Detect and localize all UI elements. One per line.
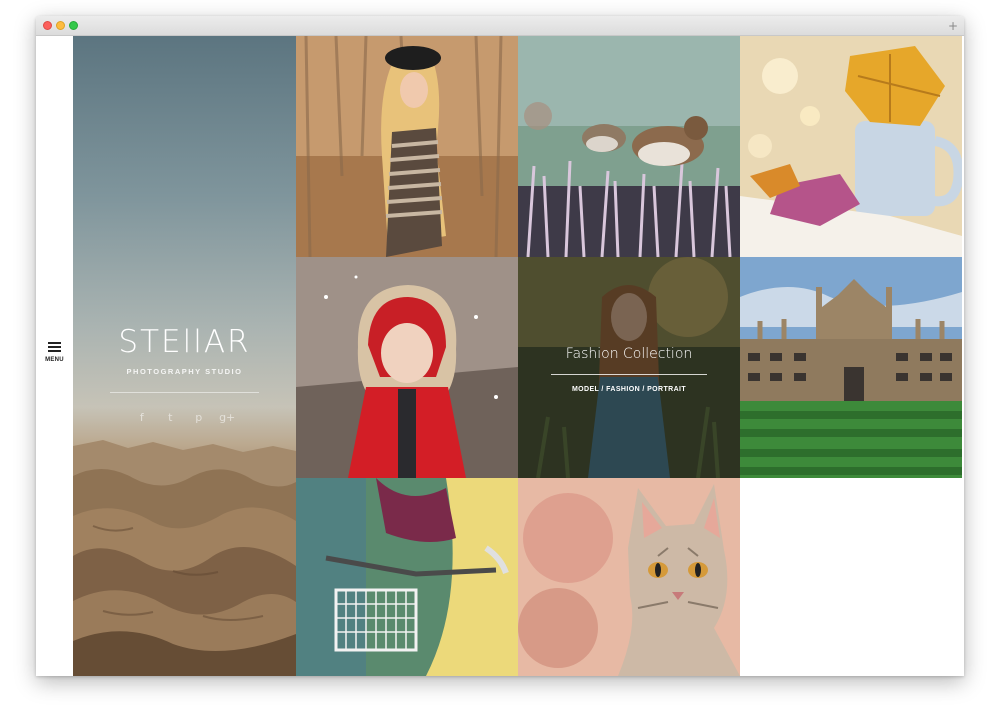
menu-strip[interactable]: MENU bbox=[36, 36, 73, 676]
gallery-item-bicycle[interactable] bbox=[296, 478, 518, 676]
gallery-item-sparrows[interactable] bbox=[518, 36, 740, 257]
zoom-window-button[interactable] bbox=[69, 21, 78, 30]
minimize-window-button[interactable] bbox=[56, 21, 65, 30]
gallery-item-cat[interactable] bbox=[518, 478, 740, 676]
photo-girl-beret bbox=[296, 36, 518, 257]
social-links: f t p g+ bbox=[73, 408, 296, 426]
gallery-item-college[interactable] bbox=[740, 257, 962, 478]
close-window-button[interactable] bbox=[43, 21, 52, 30]
photo-college bbox=[740, 257, 962, 478]
hamburger-icon[interactable] bbox=[48, 342, 61, 352]
hero-panel: STEllAR PHOTOGRAPHY STUDIO f t p g+ bbox=[73, 36, 296, 676]
browser-window: + MENU STEllAR PHOTOGRAPHY STUDIO f t p … bbox=[36, 16, 964, 676]
hills-image bbox=[73, 440, 296, 676]
photo-cat bbox=[518, 478, 740, 676]
photo-bicycle bbox=[296, 478, 518, 676]
site-subtitle: PHOTOGRAPHY STUDIO bbox=[126, 367, 243, 376]
gallery-item-red-hood[interactable] bbox=[296, 257, 518, 478]
twitter-icon[interactable]: t bbox=[161, 411, 179, 424]
featured-divider bbox=[551, 374, 707, 375]
menu-label[interactable]: MENU bbox=[36, 357, 73, 363]
gallery-item-fashion-featured[interactable]: Fashion Collection MODEL / FASHION / POR… bbox=[518, 257, 740, 478]
featured-title[interactable]: Fashion Collection bbox=[518, 346, 740, 362]
photo-autumn-cup bbox=[740, 36, 962, 257]
photo-red-hood bbox=[296, 257, 518, 478]
featured-overlay[interactable]: Fashion Collection MODEL / FASHION / POR… bbox=[518, 257, 740, 478]
photo-sparrows bbox=[518, 36, 740, 257]
divider bbox=[110, 392, 259, 393]
page-viewport: MENU STEllAR PHOTOGRAPHY STUDIO f t p g+ bbox=[36, 36, 964, 676]
new-tab-button[interactable]: + bbox=[946, 19, 960, 33]
google-plus-icon[interactable]: g+ bbox=[218, 411, 236, 424]
gallery-item-autumn-cup[interactable] bbox=[740, 36, 962, 257]
pinterest-icon[interactable]: p bbox=[190, 411, 208, 424]
browser-titlebar: + bbox=[36, 16, 964, 36]
facebook-icon[interactable]: f bbox=[133, 411, 151, 424]
featured-tags[interactable]: MODEL / FASHION / PORTRAIT bbox=[518, 386, 740, 393]
gallery-item-girl-beret[interactable] bbox=[296, 36, 518, 257]
site-title[interactable]: STEllAR bbox=[73, 324, 296, 360]
